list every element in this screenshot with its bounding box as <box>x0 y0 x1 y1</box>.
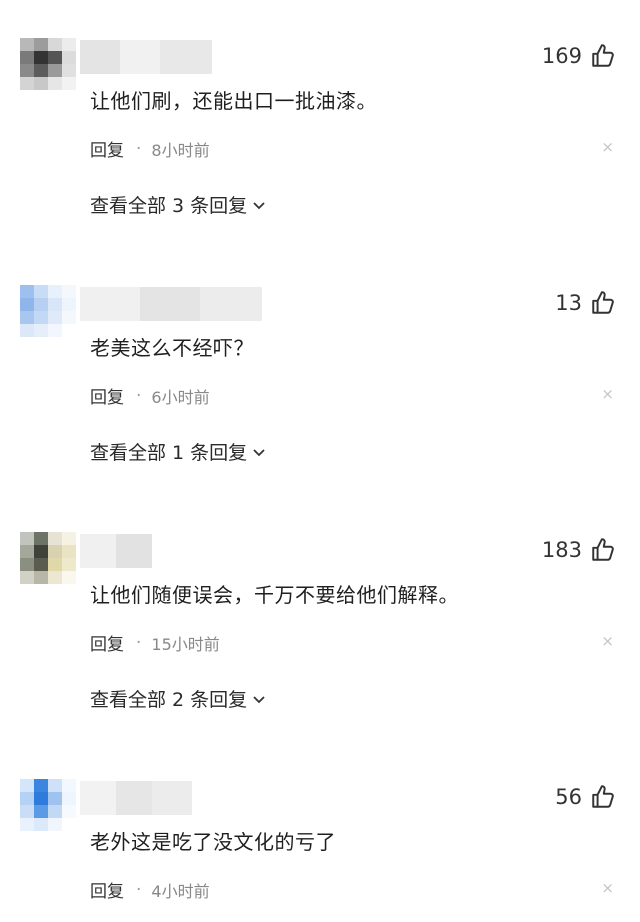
avatar[interactable] <box>20 38 76 90</box>
close-icon[interactable]: × <box>601 632 614 650</box>
chevron-down-icon <box>253 695 265 703</box>
comment-text: 老美这么不经吓？ <box>90 336 254 360</box>
like-control[interactable]: 169 <box>542 40 616 72</box>
view-all-replies-button[interactable]: 查看全部 2 条回复 <box>90 685 267 712</box>
username-blurred[interactable] <box>80 781 192 815</box>
close-icon[interactable]: × <box>601 138 614 156</box>
comment-item: 56 老外这是吃了没文化的亏了 回复 · 4小时前 × <box>0 741 640 922</box>
comment-meta: 回复 · 8小时前 <box>90 136 210 162</box>
thumbs-up-icon[interactable] <box>590 290 616 316</box>
timestamp: 6小时前 <box>151 387 210 407</box>
view-all-replies-label: 查看全部 1 条回复 <box>90 442 248 464</box>
close-icon[interactable]: × <box>601 385 614 403</box>
avatar[interactable] <box>20 285 76 337</box>
thumbs-up-icon[interactable] <box>590 43 616 69</box>
comment-meta: 回复 · 4小时前 <box>90 877 210 903</box>
reply-button[interactable]: 回复 <box>90 136 124 161</box>
avatar[interactable] <box>20 532 76 584</box>
like-count: 183 <box>541 538 582 562</box>
comment-text: 老外这是吃了没文化的亏了 <box>90 830 336 854</box>
view-all-replies-label: 查看全部 3 条回复 <box>90 195 248 217</box>
like-control[interactable]: 183 <box>542 534 616 566</box>
like-count: 56 <box>555 785 582 809</box>
comment-item: 169 让他们刷，还能出口一批油漆。 回复 · 8小时前 × 查看全部 3 条回… <box>0 0 640 247</box>
username-blurred[interactable] <box>80 287 262 321</box>
reply-button[interactable]: 回复 <box>90 383 124 408</box>
separator-dot: · <box>136 879 142 900</box>
comment-meta: 回复 · 6小时前 <box>90 383 210 409</box>
comment-text: 让他们随便误会，千万不要给他们解释。 <box>90 583 459 607</box>
chevron-down-icon <box>253 201 265 209</box>
view-all-replies-button[interactable]: 查看全部 3 条回复 <box>90 191 267 218</box>
like-count: 169 <box>541 44 582 68</box>
like-control[interactable]: 13 <box>555 287 616 319</box>
comment-text: 让他们刷，还能出口一批油漆。 <box>90 89 377 113</box>
like-control[interactable]: 56 <box>555 781 616 813</box>
reply-button[interactable]: 回复 <box>90 630 124 655</box>
comment-item: 13 老美这么不经吓？ 回复 · 6小时前 × 查看全部 1 条回复 <box>0 247 640 494</box>
like-count: 13 <box>555 291 582 315</box>
thumbs-up-icon[interactable] <box>590 537 616 563</box>
separator-dot: · <box>136 138 142 159</box>
separator-dot: · <box>136 385 142 406</box>
view-all-replies-label: 查看全部 2 条回复 <box>90 689 248 711</box>
thumbs-up-icon[interactable] <box>590 784 616 810</box>
timestamp: 4小时前 <box>151 881 210 901</box>
avatar[interactable] <box>20 779 76 831</box>
timestamp: 8小时前 <box>151 140 210 160</box>
close-icon[interactable]: × <box>601 879 614 897</box>
view-all-replies-button[interactable]: 查看全部 1 条回复 <box>90 438 267 465</box>
timestamp: 15小时前 <box>151 634 220 654</box>
comment-item: 183 让他们随便误会，千万不要给他们解释。 回复 · 15小时前 × 查看全部… <box>0 494 640 741</box>
reply-button[interactable]: 回复 <box>90 877 124 902</box>
username-blurred[interactable] <box>80 534 152 568</box>
chevron-down-icon <box>253 448 265 456</box>
separator-dot: · <box>136 632 142 653</box>
username-blurred[interactable] <box>80 40 212 74</box>
comment-meta: 回复 · 15小时前 <box>90 630 220 656</box>
